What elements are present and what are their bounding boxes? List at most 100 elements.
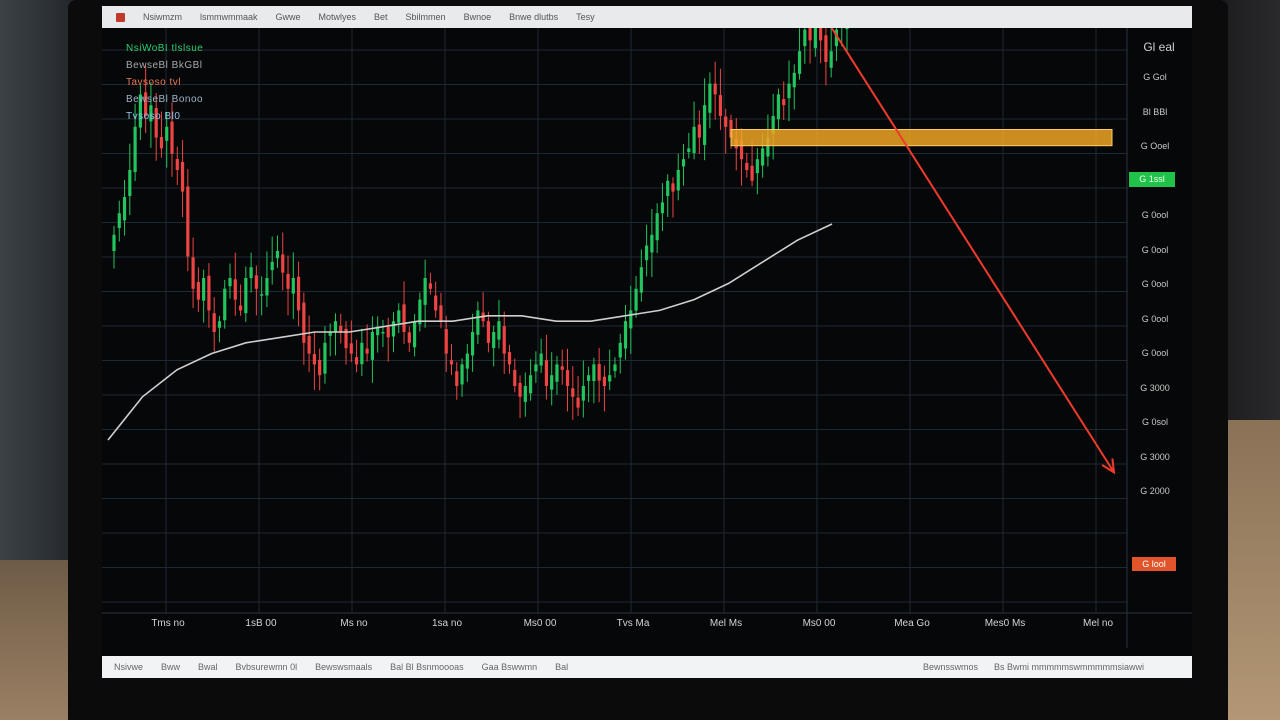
- menu-item[interactable]: lsmmwmmaak: [200, 12, 258, 22]
- candle-up: [755, 159, 759, 174]
- candle-up: [497, 321, 501, 340]
- price-tick-label: G 0ool: [1141, 244, 1169, 255]
- candle-down: [824, 35, 828, 62]
- candle-up: [217, 321, 222, 328]
- candle-up: [523, 386, 527, 402]
- candle-up: [555, 364, 559, 382]
- status-item[interactable]: Bvbsurewmn 0l: [236, 662, 298, 672]
- status-item[interactable]: Nsivwe: [114, 662, 143, 672]
- status-item[interactable]: Gaa Bswwmn: [482, 662, 538, 672]
- candle-up: [681, 159, 686, 167]
- menu-bar: Nsiwmzm lsmmwmmaak Gwwe Motwlyes Bet Sbi…: [102, 6, 1192, 28]
- candle-up: [550, 375, 554, 390]
- time-tick-label: Mel no: [1082, 618, 1113, 629]
- candle-down: [560, 366, 564, 370]
- chart-canvas[interactable]: [102, 28, 1192, 668]
- price-tick-label: G 0ool: [1141, 348, 1169, 358]
- status-item[interactable]: Bww: [161, 662, 180, 672]
- legend-line: Tvsoso Bl0: [126, 111, 181, 122]
- candle-up: [539, 353, 543, 366]
- candle-down: [365, 348, 369, 354]
- status-item: Bs Bwmi mmmmmswmmmmmsiawwi: [994, 662, 1144, 672]
- candle-down: [159, 136, 164, 149]
- candle-up: [122, 197, 127, 221]
- menu-item[interactable]: Bet: [374, 12, 388, 22]
- chart-legend: NsiWoBI tlslsue BewseBl BkGBl Tavsoso tv…: [126, 40, 203, 125]
- candle-down: [819, 28, 823, 41]
- candle-up: [291, 278, 295, 294]
- candle-down: [318, 360, 322, 376]
- status-right-group: Bewnsswmos Bs Bwmi mmmmmswmmmmmsiawwi: [923, 662, 1192, 672]
- price-tick-label: G Gol: [1143, 72, 1167, 82]
- projection-arrow-line: [830, 28, 1115, 473]
- candle-up: [629, 310, 633, 329]
- status-item[interactable]: Bal: [555, 662, 568, 672]
- candle-down: [349, 343, 353, 354]
- candle-up: [228, 278, 232, 287]
- price-axis-label: Gl eal: [1143, 40, 1175, 54]
- candle-down: [745, 162, 749, 170]
- candle-down: [513, 370, 517, 386]
- candle-down: [718, 95, 723, 116]
- menu-item[interactable]: Nsiwmzm: [143, 12, 182, 22]
- candle-down: [439, 305, 443, 322]
- legend-line: NsiWoBI tlslsue: [126, 43, 204, 54]
- status-item[interactable]: Bal Bl Bsnmoooas: [390, 662, 464, 672]
- candle-up: [613, 364, 617, 372]
- candle-down: [544, 360, 549, 386]
- candle-up: [687, 148, 691, 152]
- candle-up: [703, 105, 707, 145]
- menu-item[interactable]: Tesy: [576, 12, 595, 22]
- candle-down: [354, 357, 359, 365]
- candle-up: [260, 294, 264, 296]
- candle-up: [645, 245, 649, 261]
- candle-down: [597, 363, 601, 381]
- menu-item[interactable]: Motwlyes: [319, 12, 357, 22]
- laptop-screen: Nsiwmzm lsmmwmmaak Gwwe Motwlyes Bet Sbi…: [102, 6, 1192, 678]
- candle-up: [639, 267, 643, 293]
- candle-up: [587, 375, 591, 381]
- price-tick-label: G 3000: [1140, 451, 1170, 462]
- candle-up: [412, 321, 417, 348]
- candle-up: [845, 28, 849, 30]
- status-item[interactable]: Bwal: [198, 662, 218, 672]
- candle-up: [813, 28, 817, 49]
- candle-up: [223, 288, 227, 321]
- candle-down: [724, 116, 728, 127]
- candle-down: [186, 186, 190, 257]
- candle-down: [281, 254, 285, 273]
- candle-down: [307, 335, 311, 354]
- candle-up: [270, 261, 274, 271]
- candle-down: [434, 295, 438, 311]
- candle-up: [692, 126, 696, 154]
- menu-item[interactable]: Sbilmmen: [406, 12, 446, 22]
- price-chart[interactable]: NsiWoBI tlslsue BewseBl BkGBl Tavsoso tv…: [102, 28, 1192, 668]
- time-tick-label: Tms no: [151, 618, 185, 629]
- candle-up: [792, 72, 796, 88]
- candle-up: [249, 267, 253, 279]
- candle-up: [323, 342, 327, 374]
- candle-down: [339, 325, 343, 332]
- price-tick-label: G Ooel: [1140, 141, 1170, 151]
- candle-up: [534, 364, 538, 372]
- price-tick-label: G 0ool: [1141, 210, 1169, 220]
- candle-down: [407, 332, 411, 343]
- candle-down: [312, 354, 316, 365]
- candle-down: [180, 161, 185, 192]
- candle-up: [465, 353, 469, 369]
- status-bar: Nsivwe Bww Bwal Bvbsurewmn 0l Bewswsmaal…: [102, 656, 1192, 678]
- status-item[interactable]: Bewswsmaals: [315, 662, 372, 672]
- candle-down: [286, 273, 290, 289]
- candle-up: [676, 170, 680, 191]
- price-tick-label: Bl BBl: [1142, 106, 1168, 117]
- legend-line: Tavsoso tvl: [126, 77, 181, 88]
- candle-down: [207, 275, 211, 311]
- candle-down: [671, 183, 675, 192]
- menu-item[interactable]: Gwwe: [276, 12, 301, 22]
- target-price-marker: G lool: [1132, 557, 1176, 571]
- candle-down: [507, 352, 512, 365]
- time-tick-label: Tvs Ma: [616, 618, 650, 629]
- menu-item[interactable]: Bnwe dlutbs: [509, 12, 558, 22]
- candle-down: [486, 321, 491, 343]
- menu-item[interactable]: Bwnoe: [464, 12, 492, 22]
